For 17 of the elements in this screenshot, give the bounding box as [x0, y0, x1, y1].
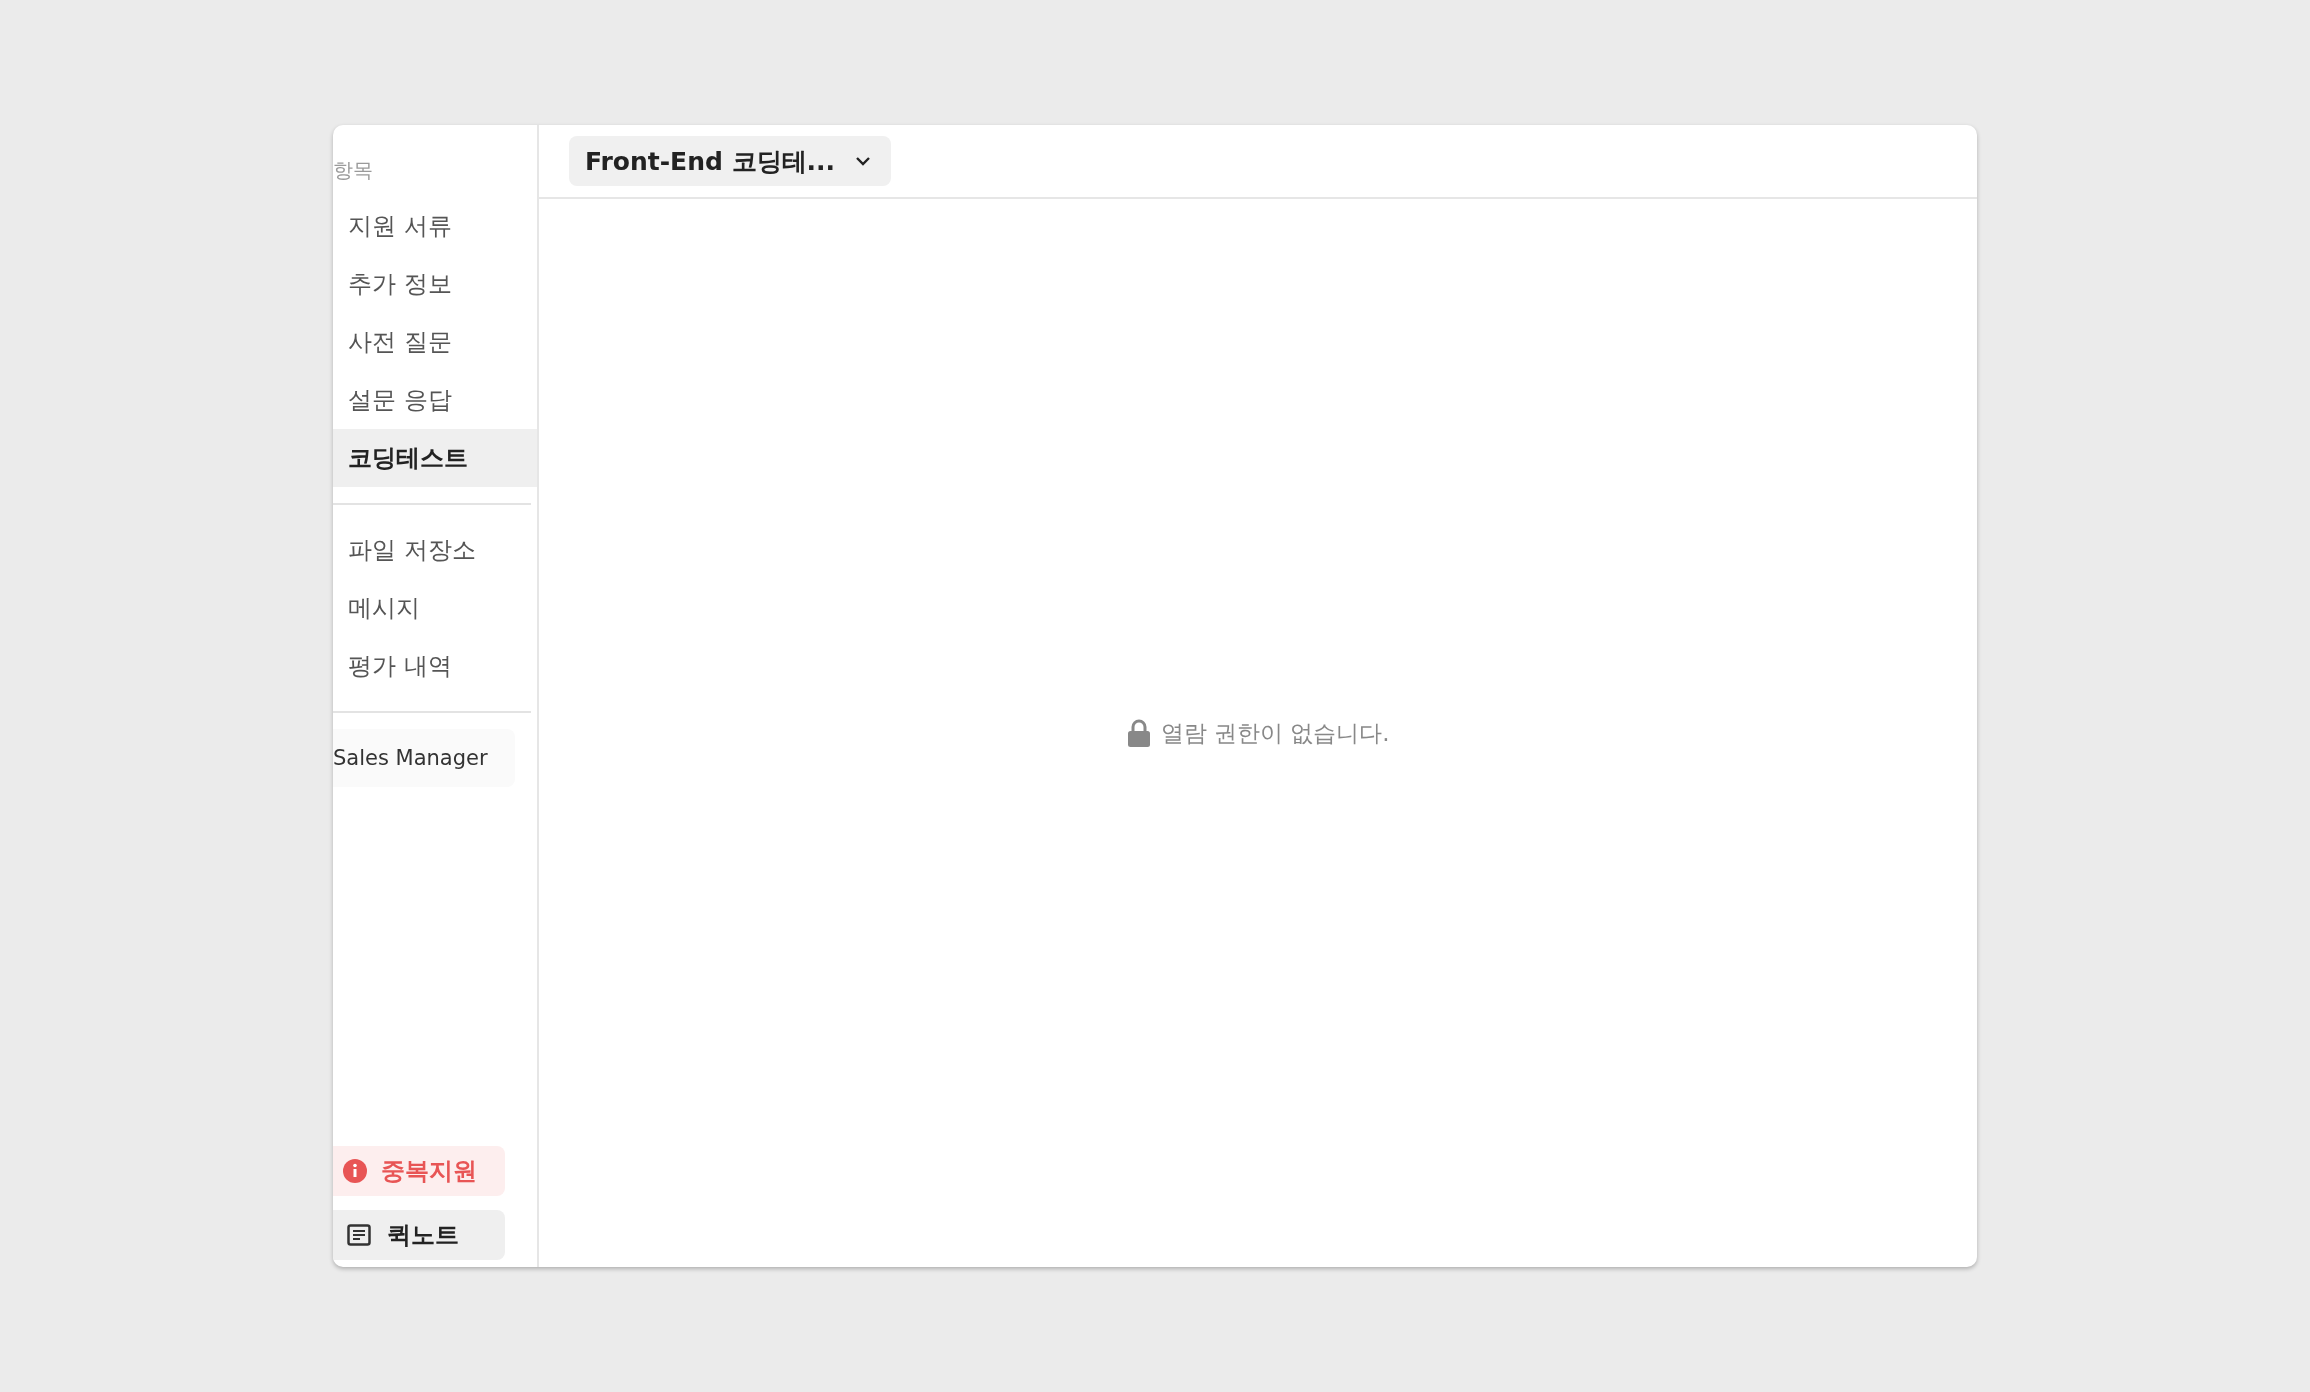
- info-icon: [343, 1159, 367, 1183]
- note-icon: [347, 1224, 371, 1246]
- role-tag: Sales Manager: [333, 729, 515, 787]
- section-label: 항목: [333, 157, 374, 184]
- sidebar-item[interactable]: 사전 질문: [333, 313, 537, 371]
- test-dropdown[interactable]: Front-End 코딩테...: [569, 136, 892, 186]
- sidebar-item[interactable]: 설문 응답: [333, 371, 537, 429]
- sidebar-item[interactable]: 코딩테스트: [333, 429, 537, 487]
- sidebar-item[interactable]: 메시지: [333, 579, 537, 637]
- sidebar-item[interactable]: 평가 내역: [333, 637, 537, 695]
- no-permission-message: 열람 권한이 없습니다.: [1160, 718, 1390, 748]
- sidebar-item[interactable]: 추가 정보: [333, 255, 537, 313]
- lock-icon: [1126, 719, 1151, 747]
- chevron-down-icon: [855, 156, 872, 166]
- quick-note-button[interactable]: 퀵노트: [333, 1210, 505, 1260]
- sidebar-item[interactable]: 파일 저장소: [333, 521, 537, 579]
- sidebar-item[interactable]: 지원 서류: [333, 197, 537, 255]
